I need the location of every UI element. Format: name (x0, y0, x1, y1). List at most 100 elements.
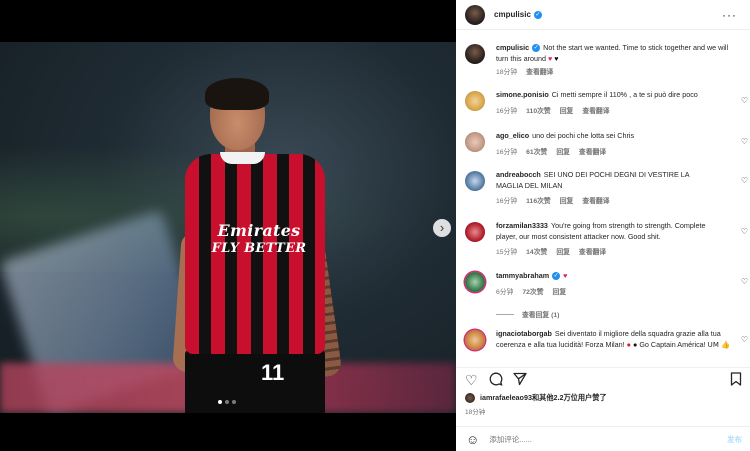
comment-time: 6分钟 (496, 288, 514, 296)
comment-meta: 16分钟 116次赞 回复 查看翻译 (496, 197, 731, 208)
likes-text: iamrafaeleao93和其他2.2万位用户赞了 (480, 393, 607, 402)
post-photo[interactable]: Emirates FLY BETTER 11 (0, 42, 456, 413)
view-replies-link[interactable]: 查看回复 (1) (496, 309, 559, 319)
comment-username[interactable]: andreabocch (496, 170, 541, 179)
black-heart-emoji: ♥ (554, 53, 559, 63)
post-comment-button[interactable]: 发布 (727, 434, 742, 445)
smile-icon[interactable]: ☺ (466, 432, 479, 447)
comment-time: 16分钟 (496, 148, 518, 156)
view-replies-label: 查看回复 (1) (522, 312, 560, 319)
reply-link[interactable]: 回复 (553, 288, 567, 299)
bookmark-icon[interactable] (730, 372, 742, 389)
red-heart-emoji: ♥ (547, 53, 553, 63)
verified-badge-icon: ✓ (533, 10, 542, 19)
heart-icon[interactable]: ♡ (741, 277, 748, 286)
heart-icon[interactable]: ♡ (741, 176, 748, 185)
comment-body: ago_elico uno dei pochi che lotta sei Chr… (496, 131, 731, 158)
share-icon[interactable] (513, 372, 527, 389)
translate-link[interactable]: 查看翻译 (579, 248, 606, 259)
comment-body: ignaciotaborgab Sei diventato il migliore… (496, 329, 731, 350)
commenter-avatar[interactable] (465, 132, 485, 152)
comment-likes[interactable]: 14次赞 (526, 248, 547, 259)
reply-link[interactable]: 回复 (556, 148, 570, 159)
verified-badge-icon: ✓ (532, 44, 541, 53)
share-icon-svg (513, 372, 527, 386)
heart-icon[interactable]: ♡ (741, 227, 748, 236)
comment-username[interactable]: ago_elico (496, 131, 529, 140)
author-username[interactable]: cmpulisic (494, 10, 531, 19)
caption-text-block: cmpulisic ✓ Not the start we wanted. Time … (496, 43, 731, 64)
player-figure: Emirates FLY BETTER 11 (172, 78, 343, 413)
add-comment-input[interactable] (489, 434, 690, 444)
carousel-dot (232, 400, 236, 404)
comment-time: 16分钟 (496, 107, 518, 115)
comment-item: forzamilan3333 You're going from strength… (465, 221, 750, 259)
comment-time: 16分钟 (496, 198, 518, 205)
caption-text: Not the start we wanted. Time to stick t… (496, 43, 729, 63)
comment-item: andreabocch SEI UNO DEI POCHI DEGNI DI VE… (465, 170, 750, 208)
jersey-number: 11 (261, 360, 285, 385)
commenter-avatar[interactable] (465, 272, 485, 292)
comment-icon-svg (489, 372, 503, 386)
reply-link[interactable]: 回复 (560, 107, 574, 118)
likes-summary[interactable]: iamrafaeleao93和其他2.2万位用户赞了 (465, 393, 607, 403)
heart-icon[interactable]: ♡ (741, 137, 748, 146)
comment-likes[interactable]: 116次赞 (526, 197, 551, 208)
comment-time: 15分钟 (496, 249, 518, 256)
caption-time: 18分钟 (496, 69, 518, 76)
black-circle-emoji: ● (633, 339, 638, 349)
comment-meta: 16分钟 110次赞 回复 查看翻译 (496, 107, 731, 118)
comment-body: andreabocch SEI UNO DEI POCHI DEGNI DI VE… (496, 170, 731, 208)
comment-icon[interactable] (489, 372, 503, 389)
post-action-bar: ♡ (456, 367, 750, 391)
comment-text-block: andreabocch SEI UNO DEI POCHI DEGNI DI VE… (496, 170, 706, 191)
comment-meta: 15分钟 14次赞 回复 查看翻译 (496, 248, 731, 259)
more-icon[interactable]: ··· (722, 8, 737, 22)
reply-link[interactable]: 回复 (560, 197, 574, 208)
jersey-collar (220, 152, 265, 164)
translate-link[interactable]: 查看翻译 (582, 197, 609, 208)
caption-body: cmpulisic ✓ Not the start we wanted. Time … (496, 43, 731, 79)
translate-link[interactable]: 查看翻译 (579, 148, 606, 159)
player-shorts (185, 350, 325, 413)
comment-body: forzamilan3333 You're going from strength… (496, 221, 731, 259)
caption-meta: 18分钟 查看翻译 (496, 68, 731, 79)
comment-username[interactable]: tammyabraham (496, 271, 549, 280)
commenter-avatar[interactable] (465, 171, 485, 191)
post-side-panel: cmpulisic ✓ ··· cmpulisic ✓ Not the start … (456, 0, 750, 451)
heart-icon[interactable]: ♡ (741, 335, 748, 344)
heart-icon[interactable]: ♡ (465, 372, 478, 388)
post-media: Emirates FLY BETTER 11 › (0, 0, 456, 451)
comment-username[interactable]: simone.ponisio (496, 90, 549, 99)
comment-likes[interactable]: 72次赞 (522, 288, 543, 299)
comment-text-block: tammyabraham ✓ ♥ (496, 271, 731, 282)
comment-body: simone.ponisio Ci metti sempre il 110% , … (496, 90, 731, 117)
author-avatar[interactable] (465, 4, 485, 25)
heart-icon[interactable]: ♡ (741, 96, 748, 105)
comment-item: tammyabraham ✓ ♥ 6分钟 72次赞 回复 ♡ (465, 271, 750, 298)
caption-username[interactable]: cmpulisic (496, 43, 529, 52)
comment-text-block: forzamilan3333 You're going from strength… (496, 221, 728, 242)
reply-link[interactable]: 回复 (556, 248, 570, 259)
comment-text-block: simone.ponisio Ci metti sempre il 110% , … (496, 90, 731, 101)
commenter-avatar[interactable] (465, 330, 485, 350)
comment-username[interactable]: ignaciotaborgab (496, 329, 552, 338)
author-avatar[interactable] (465, 44, 485, 64)
comment-text-block: ignaciotaborgab Sei diventato il migliore… (496, 329, 732, 350)
comment-text-block: ago_elico uno dei pochi che lotta sei Chr… (496, 131, 731, 142)
caption-translate-link[interactable]: 查看翻译 (526, 68, 553, 79)
replies-divider (496, 313, 514, 315)
carousel-dot (218, 400, 222, 404)
commenter-avatar[interactable] (465, 222, 485, 242)
translate-link[interactable]: 查看翻译 (582, 107, 609, 118)
post-caption: cmpulisic ✓ Not the start we wanted. Time … (465, 43, 750, 79)
verified-badge-icon: ✓ (552, 272, 561, 281)
comment-likes[interactable]: 61次赞 (526, 148, 547, 159)
jersey-sponsor-line1: Emirates (217, 221, 301, 240)
comment-likes[interactable]: 110次赞 (526, 107, 551, 118)
comment-username[interactable]: forzamilan3333 (496, 221, 548, 230)
carousel-dot (225, 400, 229, 404)
commenter-avatar[interactable] (465, 91, 485, 111)
red-circle-emoji: ● (626, 339, 631, 349)
chevron-right-icon[interactable]: › (433, 219, 451, 237)
